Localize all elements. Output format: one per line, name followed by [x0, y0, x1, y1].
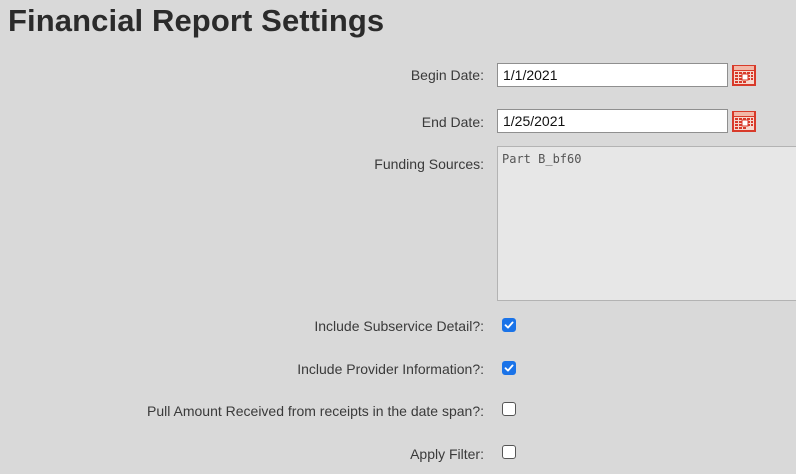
apply-filter-checkbox[interactable]	[502, 445, 516, 459]
begin-date-label: Begin Date:	[410, 67, 484, 83]
apply-filter-label: Apply Filter:	[410, 446, 484, 462]
end-date-calendar-icon[interactable]	[731, 109, 759, 133]
include-provider-information-label: Include Provider Information?:	[297, 361, 484, 377]
funding-sources-listbox[interactable]: Part B_bf60	[497, 146, 796, 301]
end-date-label: End Date:	[421, 114, 484, 130]
include-provider-information-checkbox[interactable]	[502, 361, 516, 375]
include-subservice-detail-checkbox[interactable]	[502, 318, 516, 332]
end-date-input[interactable]	[497, 109, 728, 133]
funding-source-option[interactable]: Part B_bf60	[502, 152, 796, 167]
page-title: Financial Report Settings	[8, 3, 385, 38]
begin-date-input[interactable]	[497, 63, 728, 87]
include-subservice-detail-label: Include Subservice Detail?:	[314, 318, 484, 334]
pull-amount-received-checkbox[interactable]	[502, 402, 516, 416]
begin-date-calendar-icon[interactable]	[731, 63, 759, 87]
funding-sources-label: Funding Sources:	[374, 156, 484, 172]
pull-amount-received-label: Pull Amount Received from receipts in th…	[147, 403, 484, 419]
